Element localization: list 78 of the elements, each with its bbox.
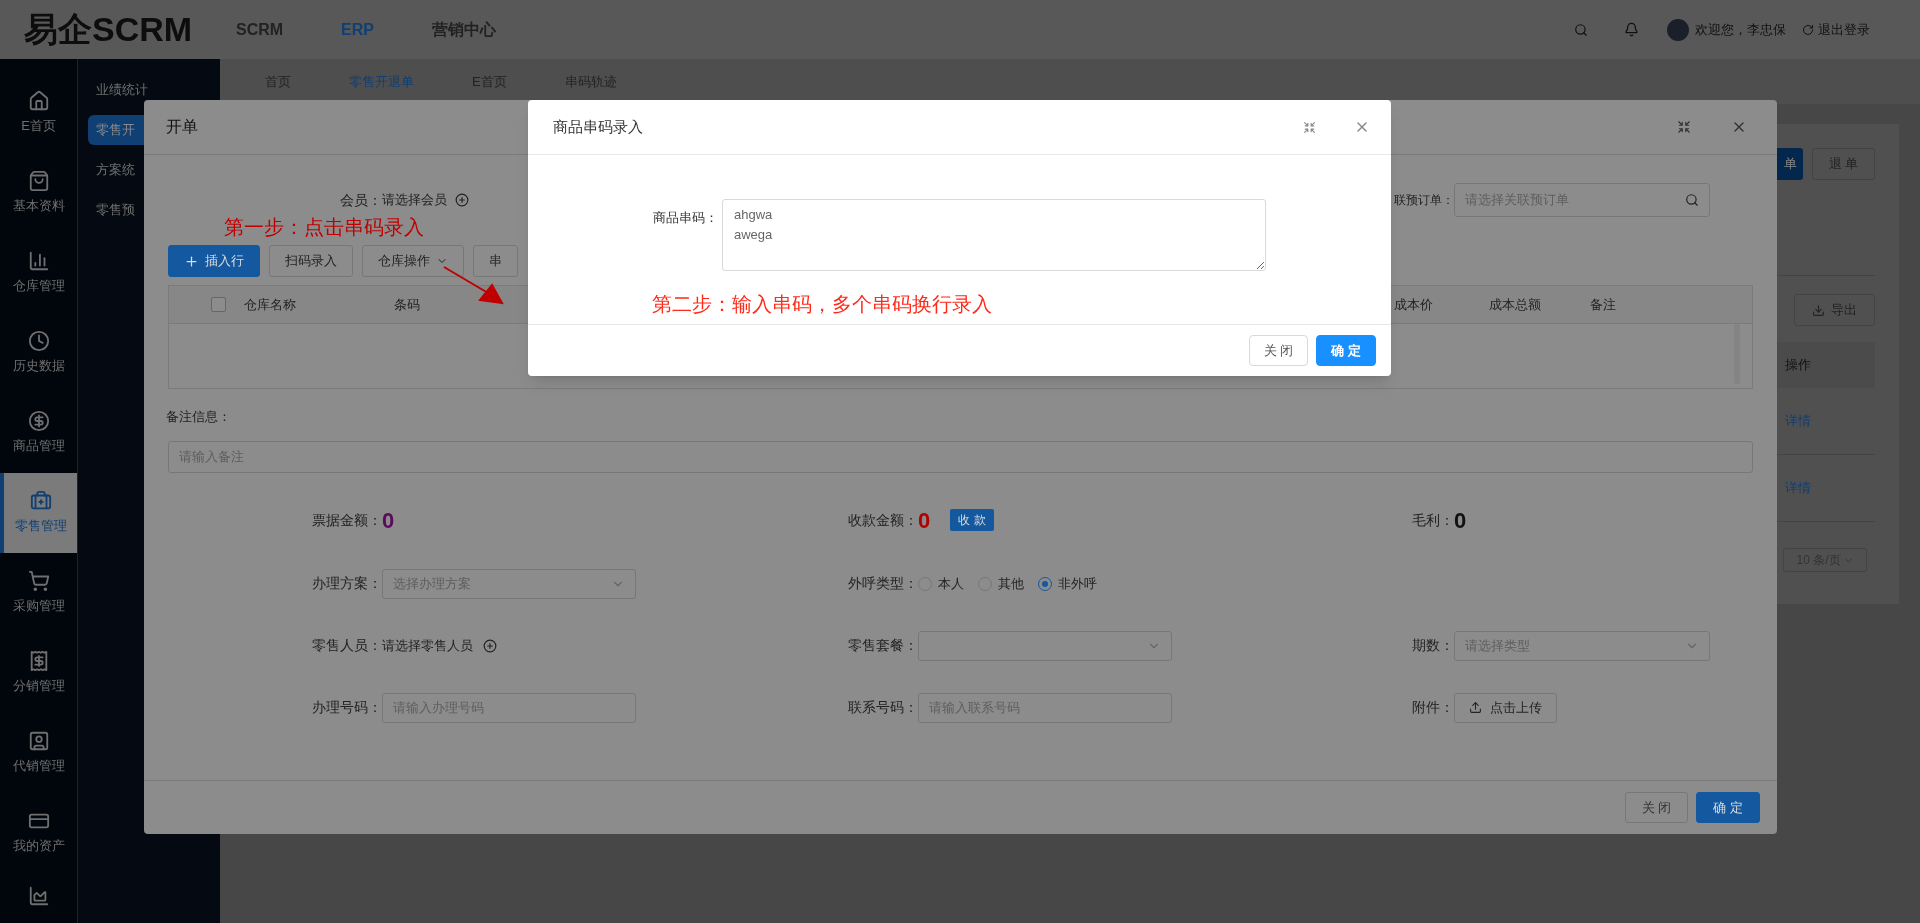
amount-value: 0 (382, 506, 395, 535)
column-header: 条码 (394, 295, 421, 314)
cart-icon (27, 570, 50, 593)
staff-picker[interactable]: 请选择零售人员 (382, 635, 473, 656)
search-icon[interactable] (1574, 22, 1588, 37)
sidebar-item[interactable]: 零售管理 (0, 473, 77, 553)
annotation-text: 第一步：点击串码录入 (224, 215, 424, 239)
field-label: 附件： (1411, 698, 1454, 717)
serial-input[interactable]: ahgwa awega (722, 199, 1266, 271)
toolbar-button[interactable]: 串 (473, 245, 518, 277)
sidebar-item[interactable]: 历史数据 (0, 313, 77, 393)
collect-button[interactable]: 收 款 (950, 509, 994, 531)
field-label: 票据金额： (311, 510, 382, 530)
column-header: 仓库名称 (244, 295, 297, 314)
amount-value: 0 (918, 506, 931, 535)
field-label: 零售套餐： (847, 636, 918, 655)
circular-arrow-icon[interactable] (1802, 23, 1814, 36)
plus-icon (184, 253, 199, 269)
field-label: 联预订单： (1393, 192, 1454, 209)
radio-option[interactable]: 非外呼 (1038, 573, 1097, 594)
area-chart-icon[interactable] (27, 885, 50, 907)
sidebar-item[interactable]: E首页 (0, 73, 77, 153)
toolbar-button[interactable]: 插入行 (168, 245, 260, 277)
close-button[interactable]: 关 闭 (1248, 335, 1309, 366)
logout-link[interactable]: 退出登录 (1818, 19, 1870, 40)
field-label: 备注信息： (166, 408, 232, 426)
column-header: 成本总额 (1489, 295, 1542, 314)
dialog-title: 开单 (166, 117, 198, 137)
upload-icon (1469, 701, 1482, 714)
dialog-title: 商品串码录入 (553, 116, 643, 137)
field-label: 会员： (339, 190, 382, 210)
sidebar-item[interactable]: 商品管理 (0, 393, 77, 473)
radio-option[interactable]: 其他 (978, 573, 1024, 594)
field-label: 外呼类型： (847, 574, 918, 593)
shrink-icon[interactable] (1677, 120, 1691, 134)
sidebar-item[interactable]: 分销管理 (0, 633, 77, 713)
download-icon (1812, 303, 1825, 317)
house-icon (27, 90, 50, 113)
logo: 易企SCRM (24, 9, 194, 50)
bar-chart-icon (27, 250, 50, 273)
bell-icon[interactable] (1624, 22, 1639, 37)
sidebar-item[interactable]: 采购管理 (0, 553, 77, 633)
field-label: 零售人员： (311, 636, 382, 655)
confirm-button[interactable]: 确 定 (1316, 335, 1376, 366)
avatar (1667, 18, 1689, 41)
sidebar-item[interactable]: 仓库管理 (0, 233, 77, 313)
close-button[interactable]: 关 闭 (1624, 792, 1689, 823)
sidebar-item[interactable]: 代销管理 (0, 713, 77, 793)
clock-icon (27, 330, 50, 353)
field-label: 收款金额： (847, 510, 918, 530)
annotation-text: 第二步：输入串码，多个串码换行录入 (652, 292, 993, 317)
search-icon (1685, 193, 1699, 207)
member-picker[interactable]: 请选择会员 (382, 190, 447, 210)
amount-value: 0 (1454, 506, 1467, 535)
contact-card-icon (27, 730, 50, 753)
upload-button[interactable]: 点击上传 (1454, 692, 1557, 723)
column-header: 备注 (1590, 295, 1617, 314)
radio-option[interactable]: 本人 (918, 573, 964, 594)
select-all-checkbox[interactable] (211, 297, 226, 312)
field-label: 联系号码： (847, 698, 918, 717)
bag-icon (27, 170, 50, 193)
sidebar-item[interactable]: 我的资产 (0, 793, 77, 873)
annotation-arrow (442, 265, 504, 305)
sidebar-item[interactable]: 基本资料 (0, 153, 77, 233)
field-label: 毛利： (1411, 510, 1454, 530)
add-icon[interactable] (455, 193, 469, 207)
currency-icon (27, 410, 50, 433)
confirm-button[interactable]: 确 定 (1696, 792, 1760, 823)
field-label: 办理号码： (311, 698, 382, 717)
field-label: 商品串码： (652, 209, 719, 227)
add-icon[interactable] (483, 638, 497, 653)
toolbar-button[interactable]: 扫码录入 (269, 245, 353, 277)
toolbar-button[interactable]: 仓库操作 (362, 245, 464, 277)
field-label: 办理方案： (311, 574, 382, 593)
greeting-text: 欢迎您，李忠保 (1695, 20, 1786, 39)
column-header: 成本价 (1394, 295, 1434, 314)
shrink-icon[interactable] (1303, 120, 1316, 134)
field-label: 期数： (1411, 636, 1454, 655)
